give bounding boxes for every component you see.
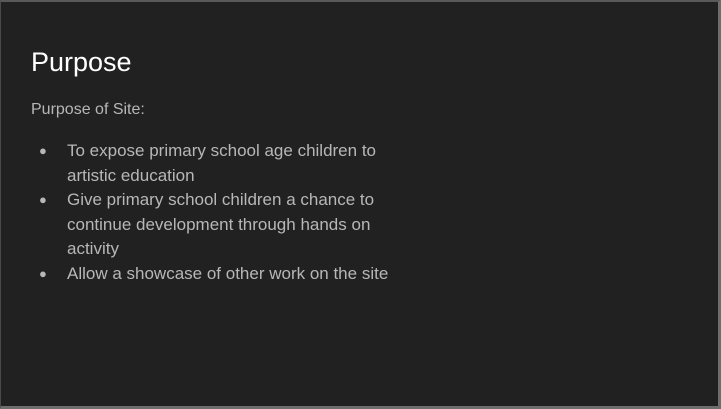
bullet-item: ● To expose primary school age children … [31,139,421,188]
bullet-dot-icon: ● [39,143,47,158]
bullet-item: ● Give primary school children a chance … [31,188,421,262]
bullet-text: To expose primary school age children to… [67,141,376,185]
bullet-list: ● To expose primary school age children … [31,139,421,286]
bullet-text: Allow a showcase of other work on the si… [67,263,389,283]
bullet-text: Give primary school children a chance to… [67,190,375,258]
slide-title: Purpose [31,47,132,77]
bullet-dot-icon: ● [39,192,47,207]
bullet-dot-icon: ● [39,265,47,281]
slide-subtitle: Purpose of Site: [31,101,145,118]
presentation-slide: Purpose Purpose of Site: ● To expose pri… [0,0,721,409]
bullet-item: ● Allow a showcase of other work on the … [31,262,421,287]
